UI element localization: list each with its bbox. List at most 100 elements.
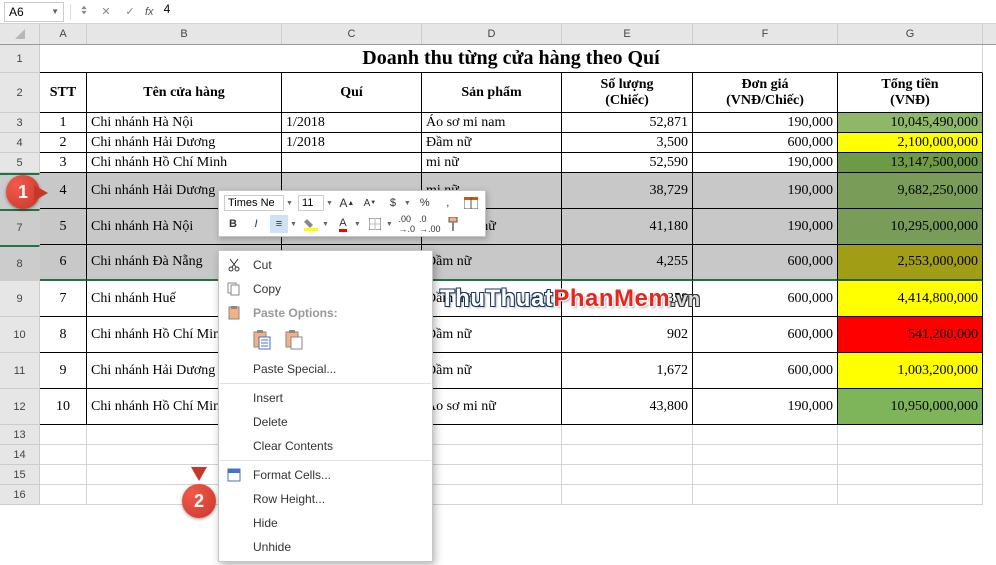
cell-sp[interactable]: mi nữ xyxy=(422,153,562,173)
cell-sl[interactable]: 52,590 xyxy=(562,153,693,173)
col-header-C[interactable]: C xyxy=(282,24,422,44)
cell-stt[interactable]: 8 xyxy=(40,317,87,353)
cell-stt[interactable]: 7 xyxy=(40,281,87,317)
decrease-decimal-icon[interactable]: .0→.00 xyxy=(421,215,439,233)
cell-tt[interactable]: 2,100,000,000 xyxy=(838,133,983,153)
cell-tt[interactable]: 2,553,000,000 xyxy=(838,245,983,281)
cell-tt[interactable]: 1,003,200,000 xyxy=(838,353,983,389)
cell[interactable] xyxy=(40,465,87,485)
cell[interactable] xyxy=(693,445,838,465)
menu-hide[interactable]: Hide xyxy=(219,511,432,535)
decrease-font-icon[interactable]: A▼ xyxy=(361,194,379,212)
cell-sl[interactable]: 902 xyxy=(562,317,693,353)
cell-sl[interactable]: 41,180 xyxy=(562,209,693,245)
menu-paste-special[interactable]: Paste Special... xyxy=(219,357,432,381)
cell-qui[interactable]: 1/2018 xyxy=(282,113,422,133)
cell-qui[interactable]: 1/2018 xyxy=(282,133,422,153)
cell[interactable] xyxy=(562,485,693,505)
cell-tt[interactable]: 10,045,490,000 xyxy=(838,113,983,133)
cell[interactable] xyxy=(838,425,983,445)
cell-sl[interactable]: 4,255 xyxy=(562,245,693,281)
cell-ten[interactable]: Chi nhánh Hà Nội xyxy=(87,113,282,133)
increase-font-icon[interactable]: A▲ xyxy=(338,194,356,212)
cell-stt[interactable]: 1 xyxy=(40,113,87,133)
row-header[interactable]: 16 xyxy=(0,485,40,505)
cell-stt[interactable]: 3 xyxy=(40,153,87,173)
row-header[interactable]: 13 xyxy=(0,425,40,445)
col-header-G[interactable]: G xyxy=(838,24,983,44)
cell[interactable] xyxy=(693,465,838,485)
row-header[interactable]: 5 xyxy=(0,153,40,173)
header-sl[interactable]: Số lượng(Chiếc) xyxy=(562,73,693,113)
row-header[interactable]: 4 xyxy=(0,133,40,153)
cell-sl[interactable]: 7,358 xyxy=(562,281,693,317)
cell-sl[interactable]: 3,500 xyxy=(562,133,693,153)
expand-icon[interactable] xyxy=(77,3,91,20)
col-header-F[interactable]: F xyxy=(693,24,838,44)
menu-delete[interactable]: Delete xyxy=(219,410,432,434)
table-icon[interactable] xyxy=(462,194,480,212)
percent-icon[interactable]: % xyxy=(416,194,434,212)
cell[interactable] xyxy=(422,445,562,465)
chevron-down-icon[interactable]: ▼ xyxy=(286,200,293,207)
fill-color-icon[interactable] xyxy=(302,215,320,233)
col-header-E[interactable]: E xyxy=(562,24,693,44)
chevron-down-icon[interactable]: ▼ xyxy=(51,7,59,16)
menu-copy[interactable]: Copy xyxy=(219,277,432,301)
cell[interactable] xyxy=(40,485,87,505)
chevron-down-icon[interactable]: ▼ xyxy=(326,200,333,207)
currency-icon[interactable]: $ xyxy=(384,194,402,212)
row-header[interactable]: 1 xyxy=(0,45,40,73)
cell-sp[interactable]: Đầm nữ xyxy=(422,281,562,317)
cell-sl[interactable]: 38,729 xyxy=(562,173,693,209)
cell-qui[interactable] xyxy=(282,153,422,173)
cell[interactable] xyxy=(693,425,838,445)
menu-unhide[interactable]: Unhide xyxy=(219,535,432,559)
cell-tt[interactable]: 541,200,000 xyxy=(838,317,983,353)
cell-tt[interactable]: 4,414,800,000 xyxy=(838,281,983,317)
cell-dg[interactable]: 190,000 xyxy=(693,389,838,425)
formula-input[interactable]: 4 xyxy=(160,2,992,22)
col-header-D[interactable]: D xyxy=(422,24,562,44)
font-size-picker[interactable]: 11 xyxy=(298,195,324,211)
header-dg[interactable]: Đơn giá(VNĐ/Chiếc) xyxy=(693,73,838,113)
cell-tt[interactable]: 13,147,500,000 xyxy=(838,153,983,173)
cell-sp[interactable]: Áo sơ mi nam xyxy=(422,113,562,133)
cell-tt[interactable]: 9,682,250,000 xyxy=(838,173,983,209)
row-header[interactable]: 3 xyxy=(0,113,40,133)
italic-icon[interactable]: I xyxy=(247,215,265,233)
header-tt[interactable]: Tổng tiền(VNĐ) xyxy=(838,73,983,113)
cell-sp[interactable]: Đầm nữ xyxy=(422,245,562,281)
cell-sp[interactable]: Áo sơ mi nữ xyxy=(422,389,562,425)
cell[interactable] xyxy=(422,485,562,505)
cell[interactable] xyxy=(422,425,562,445)
cell[interactable] xyxy=(838,445,983,465)
header-qui[interactable]: Quí xyxy=(282,73,422,113)
cell-stt[interactable]: 2 xyxy=(40,133,87,153)
cell-dg[interactable]: 600,000 xyxy=(693,353,838,389)
cell[interactable] xyxy=(693,485,838,505)
cell-sp[interactable]: Đầm nữ xyxy=(422,317,562,353)
cell-sl[interactable]: 43,800 xyxy=(562,389,693,425)
header-stt[interactable]: STT xyxy=(40,73,87,113)
row-header[interactable]: 11 xyxy=(0,353,40,389)
cell[interactable] xyxy=(562,445,693,465)
cell[interactable] xyxy=(40,445,87,465)
cell-sp[interactable]: Đầm nữ xyxy=(422,353,562,389)
cell-tt[interactable]: 10,950,000,000 xyxy=(838,389,983,425)
cell-dg[interactable]: 190,000 xyxy=(693,173,838,209)
cell-stt[interactable]: 6 xyxy=(40,245,87,281)
font-picker[interactable]: Times Ne xyxy=(224,195,284,211)
row-header[interactable]: 8 xyxy=(0,245,40,281)
cell-dg[interactable]: 600,000 xyxy=(693,281,838,317)
cell-dg[interactable]: 190,000 xyxy=(693,113,838,133)
cell-ten[interactable]: Chi nhánh Hồ Chí Minh xyxy=(87,153,282,173)
paste-values-icon[interactable] xyxy=(281,327,307,353)
menu-insert[interactable]: Insert xyxy=(219,386,432,410)
title-cell[interactable]: Doanh thu từng cửa hàng theo Quí xyxy=(40,45,983,73)
cell-tt[interactable]: 10,295,000,000 xyxy=(838,209,983,245)
confirm-icon[interactable]: ✓ xyxy=(121,3,139,21)
cell-stt[interactable]: 9 xyxy=(40,353,87,389)
name-box[interactable]: A6 ▼ xyxy=(4,2,64,22)
cell[interactable] xyxy=(422,465,562,485)
